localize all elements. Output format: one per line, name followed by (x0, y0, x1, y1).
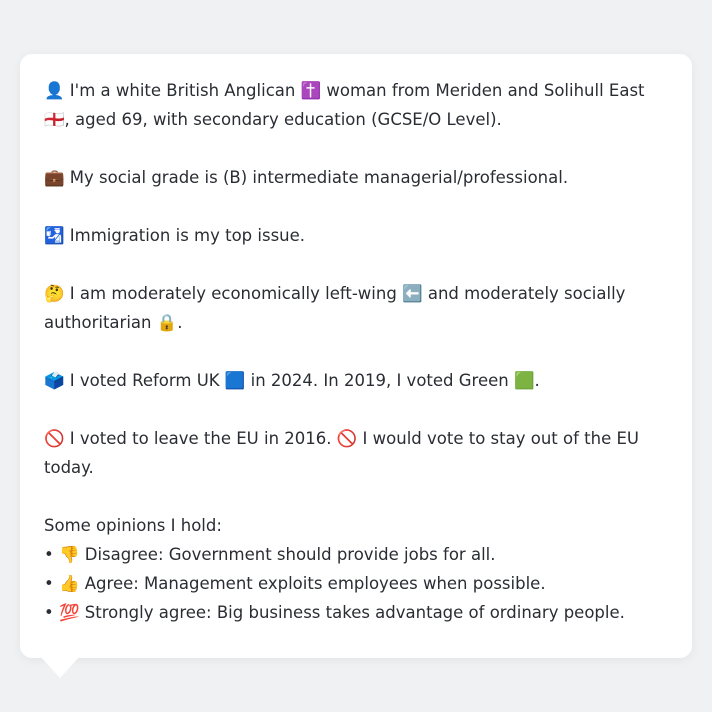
eu-vote-text: 🚫 I voted to leave the EU in 2016. 🚫 I w… (44, 429, 639, 477)
top-issue-text: 🛂 Immigration is my top issue. (44, 226, 306, 245)
opinion-item: • 👍 Agree: Management exploits employees… (44, 574, 546, 593)
identity-text: 👤 I'm a white British Anglican ✝️ woman … (44, 81, 645, 129)
voting-history-text: 🗳️ I voted Reform UK 🟦 in 2024. In 2019,… (44, 371, 540, 390)
persona-message-bubble: 👤 I'm a white British Anglican ✝️ woman … (20, 54, 692, 658)
ideology-text: 🤔 I am moderately economically left-wing… (44, 284, 626, 332)
opinion-item: • 💯 Strongly agree: Big business takes a… (44, 603, 625, 622)
bubble-tail (40, 656, 80, 678)
opinion-item: • 👎 Disagree: Government should provide … (44, 545, 496, 564)
social-grade-text: 💼 My social grade is (B) intermediate ma… (44, 168, 569, 187)
opinions-heading: Some opinions I hold: (44, 516, 222, 535)
